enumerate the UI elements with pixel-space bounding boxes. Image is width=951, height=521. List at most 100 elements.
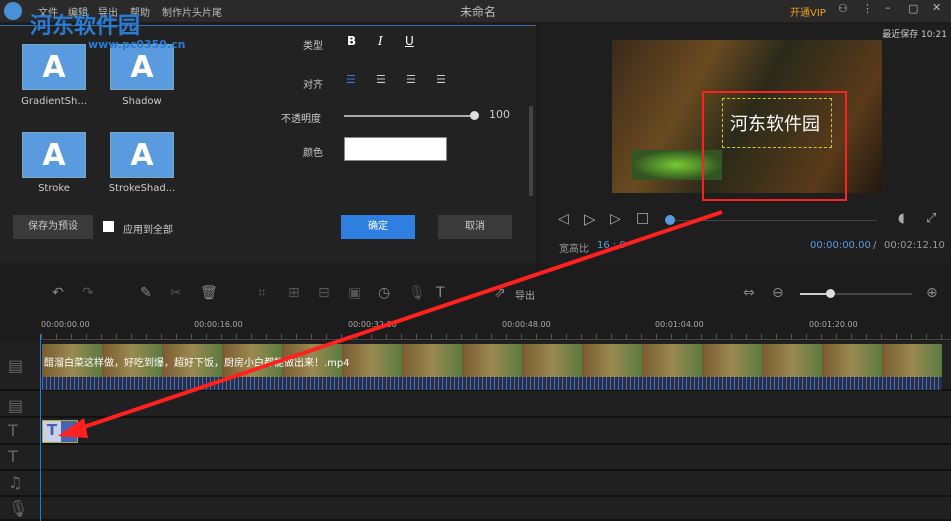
- cut-icon[interactable]: ✂: [170, 285, 182, 301]
- aspect-value[interactable]: 16 : 9: [597, 240, 626, 251]
- fullscreen-icon[interactable]: ⤢: [926, 211, 936, 226]
- window-title: 未命名: [460, 5, 497, 19]
- volume-icon[interactable]: ◖: [898, 211, 905, 226]
- music-track: [0, 471, 951, 497]
- ruler-tick: 00:01:04.00: [655, 320, 704, 329]
- mosaic-icon[interactable]: ⊟: [318, 285, 330, 301]
- current-time: 00:00:00.00: [810, 240, 871, 251]
- preview-panel: 最近保存 10:21 河东软件园 ◁ ▷ ▷ □ ◖ ⤢ 宽高比 16 : 9 …: [540, 25, 951, 263]
- color-label: 颜色: [303, 148, 323, 159]
- align-center-icon[interactable]: ☰: [376, 73, 386, 86]
- zoom-out-icon[interactable]: ⊖: [772, 285, 784, 301]
- italic-button[interactable]: I: [378, 34, 383, 48]
- style-label: Shadow: [122, 96, 162, 107]
- text-style-panel: A GradientSh... A Shadow A Stroke A Stro…: [0, 25, 536, 263]
- style-stroke[interactable]: A: [22, 132, 86, 178]
- text-speech-icon[interactable]: T: [436, 285, 445, 301]
- style-label: GradientSh...: [21, 96, 87, 107]
- more-icon[interactable]: ⋮: [862, 2, 873, 15]
- voice-track: [0, 497, 951, 521]
- align-label: 对齐: [303, 80, 323, 91]
- text-track-icon: T: [8, 421, 18, 440]
- save-preset-button[interactable]: 保存为预设: [13, 215, 93, 239]
- text-track: [0, 418, 951, 445]
- style-gradientshadow[interactable]: A: [22, 44, 86, 90]
- playhead[interactable]: [40, 334, 41, 521]
- edit-icon[interactable]: ✎: [140, 285, 152, 301]
- ruler-tick: 00:00:16.00: [194, 320, 243, 329]
- minimize-icon[interactable]: –: [885, 1, 891, 14]
- redo-icon[interactable]: ↷: [82, 285, 94, 301]
- undo-icon[interactable]: ↶: [52, 285, 64, 301]
- video-frame: 河东软件园: [612, 40, 882, 193]
- vegetables: [632, 150, 722, 180]
- align-justify-icon[interactable]: ☰: [436, 73, 446, 86]
- clip-name: 醋溜白菜这样做，好吃到爆，超好下饭，厨房小白都能做出来！.mp4: [44, 358, 350, 369]
- timeline-zoom-slider[interactable]: [800, 293, 912, 295]
- align-left-icon[interactable]: ☰: [346, 73, 356, 86]
- ruler-tick: 00:00:48.00: [502, 320, 551, 329]
- opacity-value: 100: [489, 108, 510, 121]
- zoom-in-icon[interactable]: ⊕: [926, 285, 938, 301]
- seek-bar[interactable]: [670, 220, 877, 221]
- timeline-ruler[interactable]: [41, 334, 951, 340]
- style-strokeshadow[interactable]: A: [110, 132, 174, 178]
- ruler-tick: 00:00:32.00: [348, 320, 397, 329]
- overlay-text[interactable]: 河东软件园: [730, 110, 820, 136]
- text-track-2: [0, 445, 951, 471]
- ruler-tick: 00:01:20.00: [809, 320, 858, 329]
- maximize-icon[interactable]: ▢: [908, 2, 918, 15]
- opacity-label: 不透明度: [281, 114, 321, 125]
- pip-track-icon: ▤: [8, 396, 24, 415]
- close-icon[interactable]: ✕: [932, 1, 941, 14]
- fit-icon[interactable]: ⇔: [743, 285, 755, 301]
- vip-button[interactable]: 开通VIP: [790, 4, 826, 19]
- align-right-icon[interactable]: ☰: [406, 73, 416, 86]
- stop-icon[interactable]: □: [636, 210, 649, 226]
- apply-all-label: 应用到全部: [123, 225, 173, 236]
- record-icon[interactable]: 🎙: [408, 285, 426, 301]
- apply-all-checkbox[interactable]: [103, 221, 114, 232]
- pip-track: [0, 391, 951, 418]
- cancel-button[interactable]: 取消: [438, 215, 512, 239]
- export-icon[interactable]: ⇗: [494, 285, 506, 301]
- crop-icon[interactable]: ⌗: [258, 285, 266, 301]
- time-separator: /: [873, 240, 877, 251]
- underline-button[interactable]: U: [405, 34, 414, 48]
- prev-frame-icon[interactable]: ◁: [558, 211, 569, 227]
- text-clip[interactable]: T: [42, 420, 78, 443]
- watermark: 河东软件园: [30, 14, 141, 39]
- next-frame-icon[interactable]: ▷: [610, 211, 621, 227]
- app-logo-icon: [4, 2, 22, 20]
- video-clip[interactable]: 醋溜白菜这样做，好吃到爆，超好下饭，厨房小白都能做出来！.mp4: [42, 344, 942, 390]
- play-icon[interactable]: ▷: [584, 210, 596, 228]
- user-icon[interactable]: ⚇: [838, 2, 848, 15]
- watermark-url: www.pc0359.cn: [88, 38, 186, 51]
- title-bar: 文件 编辑 导出 帮助 制作片头片尾 未命名 开通VIP ⚇ ⋮ – ▢ ✕: [0, 0, 951, 22]
- text-clip-icon: T: [43, 421, 61, 442]
- opacity-slider[interactable]: [344, 115, 474, 117]
- music-track-icon: ♫: [8, 473, 23, 492]
- aspect-label: 宽高比: [559, 244, 589, 255]
- seek-handle[interactable]: [665, 215, 675, 225]
- freeze-icon[interactable]: ▣: [348, 285, 361, 301]
- color-picker[interactable]: [344, 137, 447, 161]
- ruler-tick: 00:00:00.00: [41, 320, 90, 329]
- opacity-slider-handle[interactable]: [470, 111, 479, 120]
- text-track-2-icon: T: [8, 447, 18, 466]
- ok-button[interactable]: 确定: [341, 215, 415, 239]
- scrollbar[interactable]: [529, 106, 533, 196]
- timeline-zoom-handle[interactable]: [826, 289, 835, 298]
- export-button[interactable]: 导出: [515, 287, 535, 302]
- total-time: 00:02:12.10: [884, 240, 945, 251]
- style-label: Stroke: [38, 183, 70, 194]
- menu-intro-outro[interactable]: 制作片头片尾: [162, 4, 222, 19]
- voice-track-icon: 🎙: [8, 499, 29, 518]
- type-label: 类型: [303, 41, 323, 52]
- style-label: StrokeShad...: [108, 183, 176, 194]
- zoom-clip-icon[interactable]: ⊞: [288, 285, 300, 301]
- delete-icon[interactable]: 🗑: [200, 285, 218, 301]
- bold-button[interactable]: B: [347, 34, 356, 48]
- duration-icon[interactable]: ◷: [378, 285, 390, 301]
- video-track-icon: ▤: [8, 356, 24, 375]
